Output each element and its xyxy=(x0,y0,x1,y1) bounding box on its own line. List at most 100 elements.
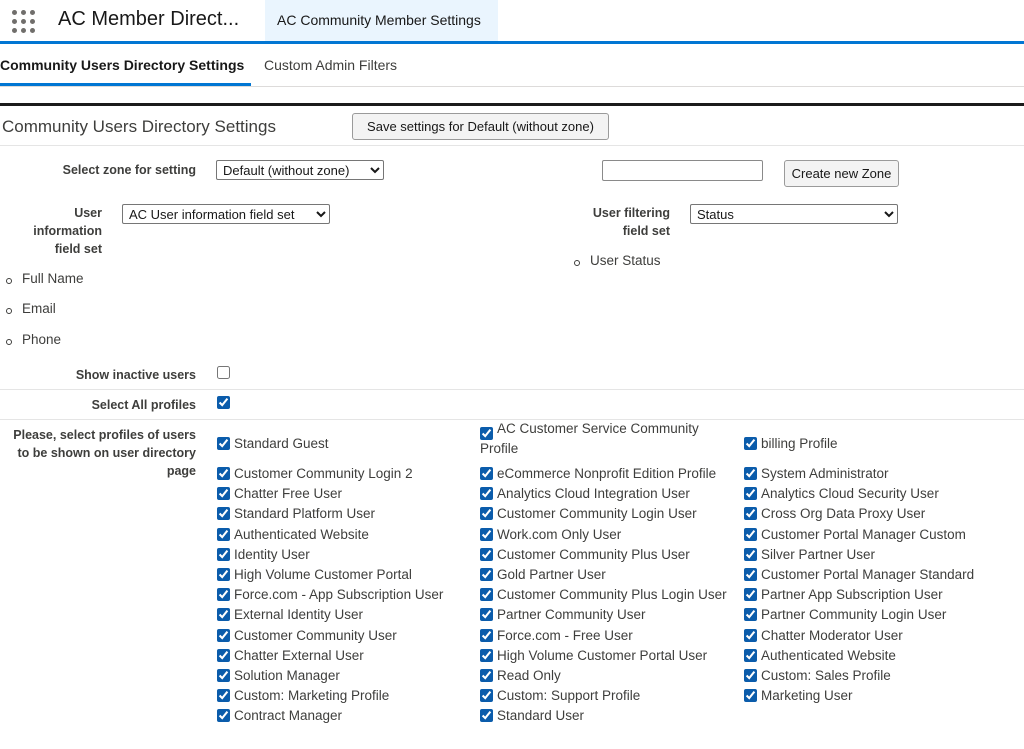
profile-checkbox[interactable] xyxy=(217,487,230,501)
subtab-custom-admin-filters[interactable]: Custom Admin Filters xyxy=(264,57,397,73)
new-zone-input[interactable] xyxy=(602,160,763,181)
profile-checkbox[interactable] xyxy=(217,628,230,642)
profile-item[interactable]: Chatter External User xyxy=(217,647,479,667)
profile-item[interactable]: Customer Portal Manager Custom xyxy=(744,526,1006,546)
profile-checkbox[interactable] xyxy=(217,668,230,682)
profile-item[interactable]: Analytics Cloud Security User xyxy=(744,485,1006,505)
divider xyxy=(0,86,1024,87)
profile-checkbox[interactable] xyxy=(217,588,230,602)
profile-checkbox[interactable] xyxy=(480,628,493,642)
profile-checkbox[interactable] xyxy=(480,709,493,723)
profile-item[interactable]: Chatter Moderator User xyxy=(744,627,1006,647)
user-filter-select[interactable]: Status xyxy=(690,204,898,224)
profile-checkbox[interactable] xyxy=(480,668,493,682)
profile-checkbox[interactable] xyxy=(480,467,493,480)
profile-checkbox[interactable] xyxy=(480,689,493,703)
zone-select[interactable]: Default (without zone) xyxy=(216,160,384,180)
profile-item[interactable]: Analytics Cloud Integration User xyxy=(480,485,742,505)
profile-item[interactable]: Custom: Support Profile xyxy=(480,687,742,707)
profile-item[interactable]: Partner Community User xyxy=(480,606,742,626)
profile-item[interactable]: Authenticated Website xyxy=(217,526,479,546)
profile-checkbox[interactable] xyxy=(744,608,757,622)
profile-label: External Identity User xyxy=(234,607,364,623)
profile-checkbox[interactable] xyxy=(217,467,230,480)
app-launcher-icon[interactable] xyxy=(12,10,36,34)
profile-checkbox[interactable] xyxy=(744,689,757,703)
profile-item[interactable]: eCommerce Nonprofit Edition Profile xyxy=(480,465,742,485)
profile-checkbox[interactable] xyxy=(217,648,230,662)
profile-checkbox[interactable] xyxy=(217,689,230,703)
profile-item[interactable]: External Identity User xyxy=(217,606,479,626)
profile-item[interactable]: Force.com - Free User xyxy=(480,627,742,647)
tab-community-member-settings[interactable]: AC Community Member Settings xyxy=(265,0,498,41)
profile-item[interactable]: Standard User xyxy=(480,707,742,727)
subtab-directory-settings[interactable]: Community Users Directory Settings xyxy=(0,57,244,73)
profile-checkbox[interactable] xyxy=(480,588,493,602)
profile-item[interactable]: Custom: Sales Profile xyxy=(744,667,1006,687)
profile-item[interactable]: Partner App Subscription User xyxy=(744,586,1006,606)
profile-item[interactable]: Custom: Marketing Profile xyxy=(217,687,479,707)
profile-item[interactable]: Force.com - App Subscription User xyxy=(217,586,479,606)
profile-checkbox[interactable] xyxy=(217,527,230,541)
profile-checkbox[interactable] xyxy=(744,588,757,602)
profile-checkbox[interactable] xyxy=(217,608,230,622)
profile-item[interactable]: Cross Org Data Proxy User xyxy=(744,505,1006,525)
profile-item[interactable]: Gold Partner User xyxy=(480,566,742,586)
profile-item[interactable]: Standard Platform User xyxy=(217,505,479,525)
profile-column: AC Customer Service Community Profile eCo… xyxy=(480,421,742,727)
user-info-select[interactable]: AC User information field set xyxy=(122,204,330,224)
profile-checkbox[interactable] xyxy=(744,507,757,521)
profile-item[interactable]: Customer Community Plus User xyxy=(480,546,742,566)
profile-item[interactable]: Work.com Only User xyxy=(480,526,742,546)
profile-label: Customer Portal Manager Standard xyxy=(761,566,975,582)
profile-checkbox[interactable] xyxy=(744,628,757,642)
profile-checkbox[interactable] xyxy=(480,608,493,622)
profile-item[interactable]: Customer Community User xyxy=(217,627,479,647)
profile-checkbox[interactable] xyxy=(217,567,230,581)
profile-checkbox[interactable] xyxy=(744,437,757,450)
profile-item[interactable]: High Volume Customer Portal User xyxy=(480,647,742,667)
profile-checkbox[interactable] xyxy=(744,487,757,501)
profile-checkbox[interactable] xyxy=(480,527,493,541)
profile-checkbox[interactable] xyxy=(744,467,757,480)
profile-item[interactable]: High Volume Customer Portal xyxy=(217,566,479,586)
profile-item[interactable]: Marketing User xyxy=(744,687,1006,707)
profile-checkbox[interactable] xyxy=(480,547,493,561)
profile-checkbox[interactable] xyxy=(480,648,493,662)
profile-label: Analytics Cloud Integration User xyxy=(497,486,690,502)
profile-checkbox[interactable] xyxy=(217,547,230,561)
show-inactive-checkbox[interactable] xyxy=(217,366,230,379)
profile-item[interactable]: Customer Portal Manager Standard xyxy=(744,566,1006,586)
profile-item[interactable]: Partner Community Login User xyxy=(744,606,1006,626)
save-settings-button[interactable]: Save settings for Default (without zone) xyxy=(352,113,609,140)
profile-checkbox[interactable] xyxy=(744,567,757,581)
profile-item[interactable]: Contract Manager xyxy=(217,707,479,727)
profile-checkbox[interactable] xyxy=(744,648,757,662)
profile-checkbox[interactable] xyxy=(217,507,230,521)
list-item: Full Name xyxy=(6,271,84,286)
profile-checkbox[interactable] xyxy=(480,567,493,581)
profile-item[interactable]: billing Profile xyxy=(744,435,1006,465)
profile-item[interactable]: Customer Community Plus Login User xyxy=(480,586,742,606)
profile-checkbox[interactable] xyxy=(744,527,757,541)
profile-checkbox[interactable] xyxy=(480,507,493,521)
profile-checkbox[interactable] xyxy=(744,668,757,682)
select-all-checkbox[interactable] xyxy=(217,396,230,409)
profile-item[interactable]: Standard Guest xyxy=(217,435,479,465)
profile-checkbox[interactable] xyxy=(744,547,757,561)
profile-item[interactable]: Solution Manager xyxy=(217,667,479,687)
profile-checkbox[interactable] xyxy=(217,709,230,723)
profile-item[interactable]: Read Only xyxy=(480,667,742,687)
create-zone-button[interactable]: Create new Zone xyxy=(784,160,899,187)
profile-checkbox[interactable] xyxy=(217,437,230,450)
profile-item[interactable]: Silver Partner User xyxy=(744,546,1006,566)
profile-item[interactable]: System Administrator xyxy=(744,465,1006,485)
profile-checkbox[interactable] xyxy=(480,487,493,501)
profile-item[interactable]: Identity User xyxy=(217,546,479,566)
profile-item[interactable]: Chatter Free User xyxy=(217,485,479,505)
profile-item[interactable]: Customer Community Login User xyxy=(480,505,742,525)
profile-label: Custom: Support Profile xyxy=(497,688,641,704)
profile-item[interactable]: AC Customer Service Community Profile xyxy=(480,421,742,465)
profile-item[interactable]: Authenticated Website xyxy=(744,647,1006,667)
profile-item[interactable]: Customer Community Login 2 xyxy=(217,465,479,485)
